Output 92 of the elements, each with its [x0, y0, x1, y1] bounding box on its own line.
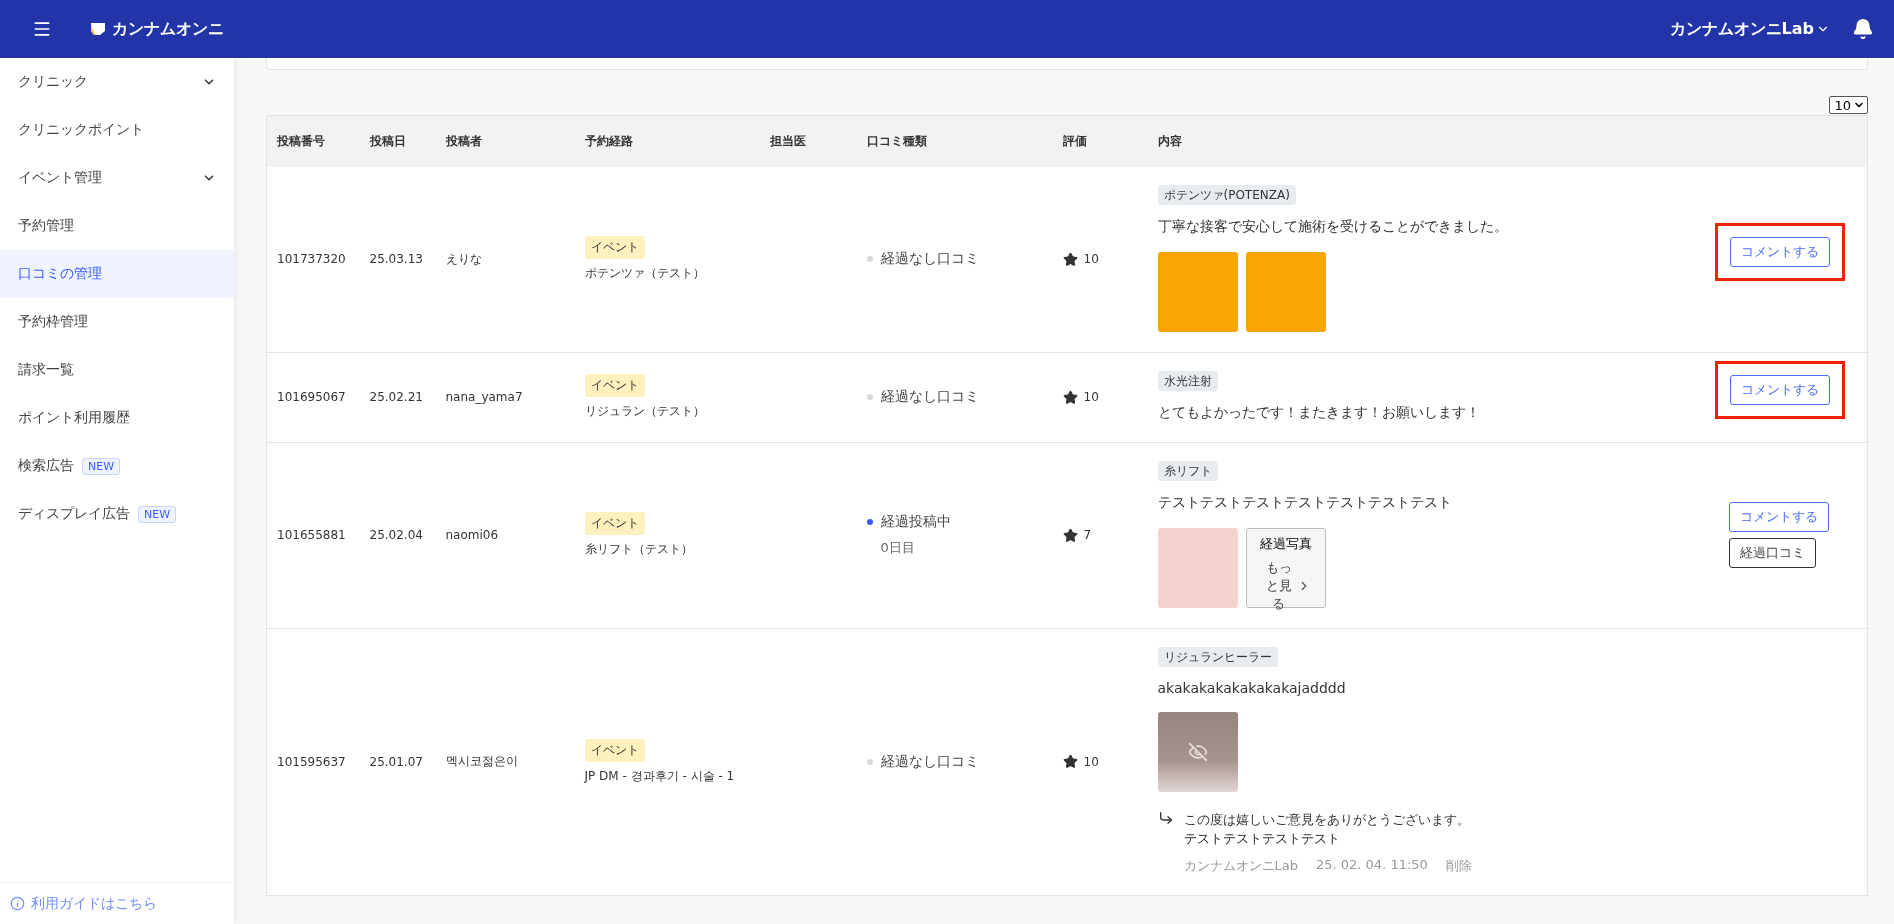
sidebar-item[interactable]: クリニックポイント	[0, 106, 234, 154]
route-tag: イベント	[584, 236, 645, 259]
table-cell: 101655881	[277, 528, 346, 542]
route-name: JP DM - 경과후기 - 시술 - 1	[584, 767, 735, 785]
table-cell: naomi06	[445, 528, 499, 542]
photo-placeholder[interactable]	[1245, 251, 1326, 332]
photo-placeholder[interactable]	[1157, 251, 1238, 332]
table-cell: 25.03.13	[369, 252, 423, 266]
rating-value: 10	[1083, 390, 1099, 404]
star-icon	[1062, 251, 1078, 267]
eye-off-icon	[1187, 741, 1208, 762]
table-cell: 멕시코젊은이	[445, 754, 518, 768]
new-badge: NEW	[82, 457, 121, 475]
route-tag: イベント	[584, 738, 645, 762]
table-cell: 25.02.21	[369, 390, 423, 404]
review-type: 経過なし口コミ	[880, 250, 979, 268]
table-cell: えりな	[445, 251, 482, 266]
review-type: 経過なし口コミ	[880, 752, 979, 771]
column-header: 口コミ種類	[866, 115, 1063, 167]
star-icon	[1062, 389, 1078, 405]
sidebar-item[interactable]: クリニック	[0, 58, 234, 106]
hidden-photo[interactable]	[1157, 711, 1238, 792]
category-tag: 糸リフト	[1157, 460, 1218, 481]
table-cell: 101695067	[277, 390, 346, 404]
sidebar-label: 請求一覧	[18, 361, 74, 379]
day-count: 0日目	[880, 539, 916, 557]
route-tag: イベント	[584, 512, 645, 535]
sidebar-item[interactable]: 検索広告 NEW	[0, 442, 234, 490]
column-header: 予約経路	[584, 115, 770, 167]
sidebar-item[interactable]: 予約管理	[0, 202, 234, 250]
sidebar-item[interactable]: ポイント利用履歴	[0, 394, 234, 442]
sidebar-item[interactable]: 口コミの管理	[0, 250, 234, 298]
category-tag: 水光注射	[1157, 370, 1218, 391]
more-photos-button[interactable]: 経過写真 もっと見る	[1245, 527, 1326, 608]
category-tag: リジュランヒーラー	[1157, 646, 1278, 667]
column-header: 投稿者	[445, 115, 585, 167]
logo-icon	[90, 22, 106, 36]
rating-value: 7	[1083, 528, 1092, 542]
page-size-select[interactable]: 10	[1829, 96, 1868, 114]
sidebar-item[interactable]: 予約枠管理	[0, 298, 234, 346]
review-type: 経過投稿中	[880, 513, 951, 531]
sidebar-label: ポイント利用履歴	[18, 409, 130, 427]
review-text: 丁寧な接客で安心して施術を受けることができました。	[1157, 217, 1509, 236]
column-header: 投稿日	[369, 115, 446, 167]
sidebar-label: クリニックポイント	[18, 121, 144, 139]
table-cell: 101737320	[277, 252, 346, 266]
rating-value: 10	[1083, 754, 1099, 769]
star-icon	[1062, 527, 1078, 543]
comment-button[interactable]: コメントする	[1729, 237, 1830, 267]
sidebar-item[interactable]: イベント管理	[0, 154, 234, 202]
table-cell: nana_yama7	[445, 390, 523, 404]
sidebar-label: 口コミの管理	[18, 265, 102, 283]
comment-button[interactable]: コメントする	[1728, 502, 1829, 532]
column-header: 内容	[1157, 115, 1701, 167]
review-text: テストテストテストテストテストテストテスト	[1157, 493, 1453, 512]
bell-icon[interactable]	[1852, 18, 1874, 40]
table-cell: 25.02.04	[369, 528, 423, 542]
route-name: リジュラン（テスト）	[584, 403, 705, 420]
column-header: 評価	[1062, 115, 1158, 167]
reply-text: テストテストテストテスト	[1183, 830, 1341, 848]
reply-text: この度は嬉しいご意見をありがとうございます。	[1183, 810, 1471, 829]
new-badge: NEW	[138, 505, 177, 523]
brand-name: カンナムオンニ	[112, 18, 224, 40]
sidebar-label: 予約管理	[18, 217, 74, 235]
star-icon	[1062, 754, 1078, 769]
column-header: 担当医	[769, 115, 867, 167]
comment-button[interactable]: コメントする	[1729, 375, 1830, 405]
category-tag: ポテンツァ(POTENZA)	[1157, 184, 1296, 205]
review-text: akakakakakakakakajadddd	[1157, 679, 1347, 696]
reply-time: 25. 02. 04. 11:50	[1315, 856, 1428, 874]
sidebar-label: 予約枠管理	[18, 313, 88, 331]
review-type: 経過なし口コミ	[880, 388, 979, 406]
route-name: ポテンツァ（テスト）	[584, 265, 705, 282]
sidebar-label: クリニック	[18, 73, 88, 91]
sidebar-label: イベント管理	[18, 169, 102, 187]
info-icon	[10, 896, 25, 911]
route-tag: イベント	[584, 374, 645, 397]
rating-value: 10	[1083, 252, 1099, 266]
progress-review-button[interactable]: 経過口コミ	[1728, 538, 1816, 568]
sidebar-label: 検索広告	[18, 457, 74, 475]
table-cell: 25.01.07	[369, 754, 423, 769]
route-name: 糸リフト（テスト）	[584, 541, 693, 558]
sidebar-item[interactable]: ディスプレイ広告 NEW	[0, 490, 234, 538]
table-cell: 101595637	[277, 754, 346, 769]
sidebar-item[interactable]: 請求一覧	[0, 346, 234, 394]
account-menu[interactable]: カンナムオンニLab	[1669, 18, 1830, 40]
sidebar-label: ディスプレイ広告	[18, 505, 130, 523]
column-header: 投稿番号	[266, 115, 370, 167]
review-text: とてもよかったです！またきます！お願いします！	[1157, 403, 1481, 422]
reply-author: カンナムオンニLab	[1183, 856, 1298, 875]
reply-arrow-icon	[1157, 809, 1174, 826]
menu-button[interactable]	[32, 19, 52, 39]
